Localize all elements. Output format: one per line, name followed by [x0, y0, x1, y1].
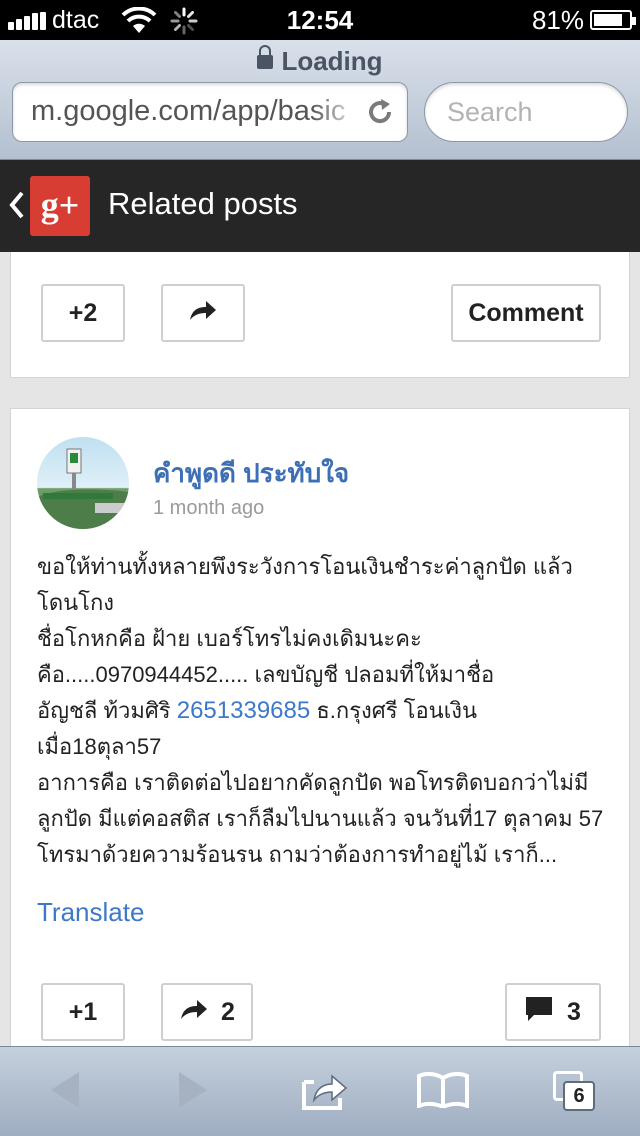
- post-text: ธ.กรุงศรี โอนเงิน: [310, 698, 478, 723]
- book-icon: [417, 1071, 469, 1113]
- post-body: ขอให้ท่านทั้งหลายพึงระวังการโอนเงินชำระค…: [37, 549, 611, 873]
- bookmarks-button[interactable]: [406, 1047, 480, 1136]
- account-number-link[interactable]: 2651339685: [177, 697, 310, 724]
- share-count: 2: [221, 997, 235, 1026]
- post-timestamp[interactable]: 1 month ago: [153, 497, 264, 520]
- share-arrow-icon: [188, 298, 218, 329]
- comment-button[interactable]: Comment: [451, 284, 601, 342]
- post-line: เมื่อ18ตุลา57: [37, 734, 162, 759]
- share-action-button[interactable]: [290, 1047, 360, 1136]
- back-button[interactable]: [30, 1047, 100, 1136]
- tabs-icon: 6: [553, 1071, 597, 1113]
- share-arrow-icon: [179, 997, 209, 1028]
- post-text: อัญชลี ท้วมศิริ: [37, 698, 177, 723]
- share-button[interactable]: 2: [161, 983, 253, 1041]
- browser-toolbar: 6: [0, 1046, 640, 1136]
- page-title: Related posts: [108, 186, 298, 221]
- forward-arrow-icon: [175, 1070, 211, 1115]
- search-field[interactable]: Search: [424, 82, 628, 142]
- status-bar: dtac 12:54 81%: [0, 0, 640, 40]
- loading-label: Loading: [281, 46, 383, 76]
- app-header: g+ Related posts: [0, 160, 640, 252]
- url-text[interactable]: m.google.com/app/basic: [31, 95, 361, 128]
- comment-count: 3: [567, 997, 581, 1026]
- search-placeholder: Search: [447, 97, 533, 127]
- post-card: คำพูดดี ประทับใจ 1 month ago ขอให้ท่านทั…: [10, 408, 630, 1068]
- post-line: อาการคือ เราติดต่อไปอยากคัดลูกปัด พอโทรต…: [37, 770, 604, 867]
- browser-chrome: Loading m.google.com/app/basic Search: [0, 40, 640, 160]
- address-bar[interactable]: m.google.com/app/basic: [12, 82, 408, 142]
- previous-post-card: +2 Comment: [10, 252, 630, 378]
- loading-indicator: Loading: [0, 45, 640, 77]
- google-plus-logo[interactable]: g+: [30, 176, 90, 236]
- back-chevron-icon[interactable]: [8, 190, 26, 225]
- tabs-button[interactable]: 6: [540, 1047, 610, 1136]
- post-line: ขอให้ท่านทั้งหลายพึงระวังการโอนเงินชำระค…: [37, 554, 573, 615]
- post-author[interactable]: คำพูดดี ประทับใจ: [153, 453, 349, 494]
- post-line: คือ.....0970944452..... เลขบัญชี ปลอมที่…: [37, 662, 495, 687]
- reload-icon[interactable]: [365, 97, 395, 132]
- back-arrow-icon: [47, 1070, 83, 1115]
- share-button[interactable]: [161, 284, 245, 342]
- forward-button[interactable]: [158, 1047, 228, 1136]
- comments-button[interactable]: 3: [505, 983, 601, 1041]
- comment-bubble-icon: [525, 996, 553, 1029]
- avatar[interactable]: [37, 437, 129, 529]
- lock-icon: [257, 45, 274, 69]
- share-action-icon: [300, 1070, 350, 1115]
- post-line: ชื่อโกหกคือ ฝ้าย เบอร์โทรไม่คงเดิมนะคะ: [37, 626, 422, 651]
- plus-one-button[interactable]: +2: [41, 284, 125, 342]
- plus-one-button[interactable]: +1: [41, 983, 125, 1041]
- post-line: อัญชลี ท้วมศิริ 2651339685 ธ.กรุงศรี โอน…: [37, 693, 611, 729]
- battery-icon: [590, 10, 636, 30]
- battery-percent: 81%: [531, 5, 584, 35]
- tabs-count: 6: [563, 1081, 595, 1111]
- translate-link[interactable]: Translate: [37, 897, 144, 928]
